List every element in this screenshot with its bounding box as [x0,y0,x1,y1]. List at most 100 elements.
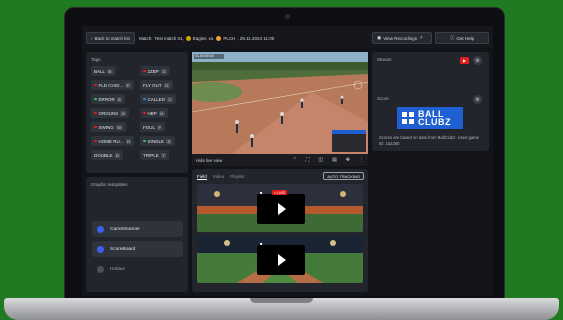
webcam [285,14,290,19]
tag-label: FLD CHOI... [98,82,124,88]
tag-label: HBP [147,110,157,116]
toggle-on-icon[interactable] [97,245,104,253]
youtube-icon[interactable]: ▶ [460,57,469,64]
video-thumbnail-live[interactable]: • LIVE ■ [197,184,363,232]
video-overlay-text: 01-00:00:00 [195,54,214,58]
tag-hotkey: D [114,152,121,158]
hide-live-view-label[interactable]: Hide live view [196,158,222,163]
tag-label: HOME RU... [98,138,124,144]
tag-hotkey: F [157,124,163,130]
live-badge: • LIVE [272,190,288,195]
tag-color-dot-icon [143,69,146,73]
tag-label: SWING [98,124,114,130]
tag-label: FOUL [143,124,156,130]
get-help-button[interactable]: ⓘ Get Help [435,32,489,44]
view-recordings-label: View Recordings [383,35,417,41]
templates-title: Graphic templates [91,182,128,187]
tag-button[interactable]: SWING W [91,122,126,132]
template-label: CamStreamer [110,226,140,232]
tag-label: TRIPLE [143,152,159,158]
score-source-note: Scores are based on data from BallClubz.… [379,135,480,146]
tag-button[interactable]: ERROR E [91,94,126,104]
tag-hotkey: E [116,96,123,102]
tag-color-dot-icon [94,83,97,87]
tag-button[interactable]: HOME RU... H [91,136,135,146]
tag-hotkey: S [166,138,172,144]
tag-button[interactable]: CALLED C [140,94,176,104]
tag-hotkey: T [160,152,167,158]
tag-hotkey: G [120,110,127,116]
template-scoreboard[interactable]: ScoreBoard [92,241,183,257]
tag-button[interactable]: DOUBLE D [91,150,124,160]
tag-hotkey: H [125,138,132,144]
tag-color-dot-icon [143,97,146,101]
tag-button[interactable]: FLY OUT O [140,80,173,90]
tag-button[interactable]: TRIPLE T [140,150,170,160]
external-link-icon: ↗ [418,35,423,40]
back-label: Back to match list [94,35,130,41]
match-date: , 29.11.2024 11:00 [237,35,275,41]
plch-logo-icon [216,35,222,41]
match-prefix: Match: [139,35,153,41]
chevron-up-icon[interactable]: ⌃ [293,157,297,163]
tag-hotkey: C [167,96,173,102]
team-home: Eagles [192,35,207,41]
media-panel: Field Video Playlist AUTO TRACKING • LIV… [192,169,368,292]
recordings-icon: ▣ [377,35,382,40]
versus-label: vs. [208,35,215,41]
tag-button[interactable]: FLD CHOI... F [91,80,134,90]
score-title: Score [377,96,389,101]
tag-label: ERROR [98,96,115,102]
tracking-icon[interactable]: ✥ [346,157,350,163]
tag-button[interactable]: BALL B [91,66,116,76]
media-tabs: Field Video Playlist [197,174,244,180]
template-label: ScoreBoard [110,246,136,252]
play-button[interactable] [257,245,305,275]
more-icon[interactable]: ⋮ [359,157,364,163]
graphic-templates-panel: Graphic templates CamStreamer ScoreBoard… [86,177,188,292]
template-label: Hotlaw [110,266,125,272]
play-button[interactable] [257,194,305,224]
gear-icon[interactable]: ⚙ [473,56,482,65]
tags-panel: Tags BALL B 2ZBP G FLD CHOI... F FLY OUT O ERROR… [86,52,188,173]
stream-title: Stream [377,57,392,62]
tag-button[interactable]: GROUNS G [91,108,130,118]
view-recordings-button[interactable]: ▣ View Recordings ↗ [372,32,432,44]
screenshot-icon[interactable]: ▤ [332,157,337,163]
tab-field[interactable]: Field [197,174,207,180]
template-hotlaw[interactable]: Hotlaw [92,261,183,277]
get-help-label: Get Help [456,35,475,41]
auto-tracking-button[interactable]: AUTO TRACKING [323,172,364,180]
match-name: Test match 01, [154,35,184,41]
back-button[interactable]: ‹ Back to match list [86,32,135,44]
template-camstreamer[interactable]: CamStreamer [92,221,183,237]
tag-button[interactable]: HBP H [140,108,168,118]
tag-color-dot-icon [94,111,97,115]
tag-button[interactable]: 2ZBP G [140,66,170,76]
live-video-view[interactable]: 01-00:00:00 [192,52,368,154]
tag-hotkey: F [125,82,131,88]
video-thumbnail-field[interactable]: ■ [197,235,363,283]
tag-label: BALL [94,68,106,74]
toggle-on-icon[interactable] [97,225,104,233]
tab-video[interactable]: Video [213,174,224,180]
toggle-off-icon[interactable] [97,265,104,273]
gear-icon[interactable]: ⚙ [473,95,482,104]
help-icon: ⓘ [449,35,455,40]
tag-button[interactable]: FOUL F [140,122,166,132]
tag-hotkey: W [115,124,123,130]
app-screen: ‹ Back to match list Match: Test match 0… [82,26,493,296]
baseball-field-image [192,52,368,154]
tag-button[interactable]: SINGLE S [140,136,175,146]
tag-color-dot-icon [94,97,97,101]
tag-hotkey: O [163,82,170,88]
video-toolbar: Hide live view ⌃ ⛶ ◫ ▤ ✥ ⋮ [192,154,368,166]
camera-icon[interactable]: ◫ [318,157,323,163]
top-bar: ‹ Back to match list Match: Test match 0… [82,26,493,48]
tag-label: CALLED [147,96,166,102]
tag-hotkey: H [158,110,165,116]
tab-playlist[interactable]: Playlist [230,174,244,180]
tag-label: DOUBLE [94,152,113,158]
fullscreen-icon[interactable]: ⛶ [306,157,310,163]
camera-icon: ■ [260,241,263,246]
